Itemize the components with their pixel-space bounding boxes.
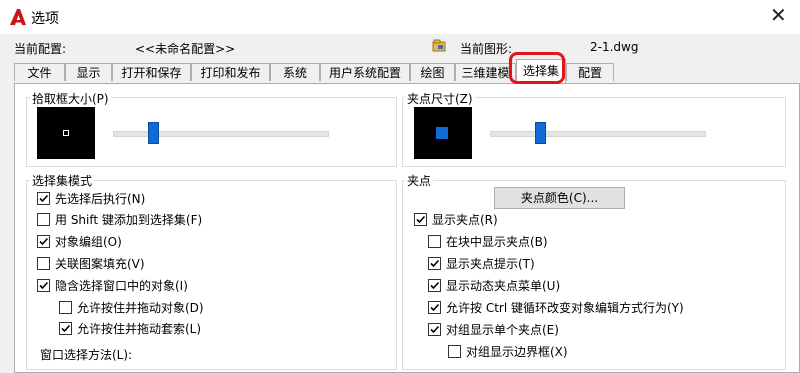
current-profile-label: 当前配置:: [14, 42, 67, 56]
tab-system[interactable]: 系统: [270, 63, 320, 81]
grip-slider-thumb[interactable]: [534, 122, 546, 144]
grip-slider-track[interactable]: [490, 131, 706, 137]
pickbox-size-title: 拾取框大小(P): [30, 90, 111, 107]
tab-3d-modeling[interactable]: 三维建模: [455, 63, 516, 81]
tab-plot-publish[interactable]: 打印和发布: [191, 63, 270, 81]
checkbox[interactable]: [428, 235, 441, 248]
pickbox-square: [63, 130, 69, 136]
option-label: 关联图案填充(V): [55, 257, 145, 271]
current-drawing-label: 当前图形:: [460, 42, 513, 56]
checkbox[interactable]: [37, 213, 50, 226]
pickbox-preview: [37, 107, 95, 159]
checkbox-checked[interactable]: [414, 213, 427, 226]
tab-drafting[interactable]: 绘图: [410, 63, 455, 81]
checkbox-checked[interactable]: [37, 279, 50, 292]
checkbox[interactable]: [59, 301, 72, 314]
drawing-file-icon: [432, 39, 446, 52]
option-label: 显示动态夹点菜单(U): [446, 279, 561, 293]
option-label: 对象编组(O): [55, 235, 122, 249]
grip-preview: [414, 107, 472, 159]
checkbox-checked[interactable]: [428, 279, 441, 292]
grip-colors-button[interactable]: 夹点颜色(C)...: [494, 187, 625, 209]
option-label: 在块中显示夹点(B): [446, 235, 548, 249]
option-label: 隐含选择窗口中的对象(I): [55, 279, 188, 293]
tab-user-preferences[interactable]: 用户系统配置: [320, 63, 410, 81]
pickbox-slider-thumb[interactable]: [147, 122, 159, 144]
close-icon[interactable]: ✕: [770, 5, 787, 25]
checkbox-checked[interactable]: [37, 192, 50, 205]
window-title: 选项: [31, 11, 59, 27]
tab-display[interactable]: 显示: [65, 63, 112, 81]
checkbox[interactable]: [448, 345, 461, 358]
checkbox[interactable]: [37, 257, 50, 270]
pickbox-slider-track[interactable]: [113, 131, 329, 137]
window-selection-method-label: 窗口选择方法(L):: [40, 348, 133, 362]
checkbox-checked[interactable]: [428, 257, 441, 270]
option-label: 允许按 Ctrl 键循环改变对象编辑方式行为(Y): [446, 301, 684, 315]
tab-open-save[interactable]: 打开和保存: [112, 63, 191, 81]
checkbox-checked[interactable]: [428, 323, 441, 336]
autocad-logo-icon: [10, 9, 26, 25]
title-bar: [0, 0, 800, 34]
tab-files[interactable]: 文件: [14, 63, 65, 81]
option-label: 显示夹点(R): [432, 213, 498, 227]
option-label: 允许按住并拖动套索(L): [77, 322, 202, 336]
checkbox-checked[interactable]: [37, 235, 50, 248]
current-profile-value: <<未命名配置>>: [135, 42, 236, 56]
option-label: 先选择后执行(N): [55, 192, 146, 206]
option-label: 显示夹点提示(T): [446, 257, 535, 271]
grip-size-title: 夹点尺寸(Z): [405, 90, 475, 107]
selection-modes-title: 选择集模式: [30, 172, 95, 189]
option-label: 对组显示边界框(X): [466, 345, 568, 359]
current-drawing-value: 2-1.dwg: [590, 40, 639, 54]
grip-square: [436, 127, 448, 139]
option-label: 对组显示单个夹点(E): [446, 323, 559, 337]
option-label: 允许按住并拖动对象(D): [77, 301, 204, 315]
tab-profiles[interactable]: 配置: [566, 63, 614, 81]
checkbox-checked[interactable]: [59, 322, 72, 335]
grips-title: 夹点: [405, 172, 434, 189]
option-label: 用 Shift 键添加到选择集(F): [55, 213, 203, 227]
tab-highlight-annotation: [509, 52, 565, 84]
selection-modes-group: [26, 180, 397, 370]
checkbox-checked[interactable]: [428, 301, 441, 314]
